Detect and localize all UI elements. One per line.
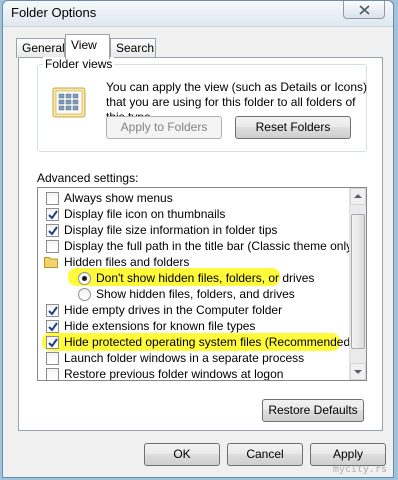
radio-button[interactable] [78, 288, 91, 301]
checkmark-icon [48, 210, 58, 220]
setting-label: Restore previous folder windows at logon [64, 367, 284, 381]
checkmark-icon [48, 322, 58, 332]
setting-hide-extensions[interactable]: Hide extensions for known file types [38, 318, 350, 334]
checkbox[interactable] [46, 224, 59, 237]
tab-label: General [22, 41, 65, 55]
folder-views-legend: Folder views [43, 57, 115, 71]
scroll-down-button[interactable] [350, 363, 366, 380]
setting-label: Hidden files and folders [64, 255, 190, 269]
setting-hide-protected-os-files[interactable]: Hide protected operating system files (R… [38, 334, 354, 350]
setting-label: Display the full path in the title bar (… [64, 239, 357, 253]
scroll-thumb[interactable] [351, 214, 365, 349]
tab-general[interactable]: General [16, 38, 65, 58]
checkbox[interactable] [46, 336, 59, 349]
close-button[interactable] [343, 1, 385, 19]
arrow-down-icon [354, 370, 362, 374]
checkbox[interactable] [46, 192, 59, 205]
arrow-up-icon [354, 194, 362, 198]
setting-display-full-path[interactable]: Display the full path in the title bar (… [38, 238, 356, 254]
setting-always-show-menus[interactable]: Always show menus [38, 190, 350, 206]
folder-icon [44, 257, 58, 268]
setting-show-hidden-files[interactable]: Show hidden files, folders, and drives [38, 286, 350, 302]
restore-defaults-button[interactable]: Restore Defaults [262, 399, 364, 422]
radio-button[interactable] [78, 272, 91, 285]
checkbox[interactable] [46, 320, 59, 333]
setting-label: Show hidden files, folders, and drives [96, 287, 295, 301]
setting-label: Launch folder windows in a separate proc… [64, 351, 305, 365]
title-bar[interactable]: Folder Options [3, 1, 393, 27]
cancel-button[interactable]: Cancel [227, 443, 303, 466]
checkmark-icon [48, 226, 58, 236]
apply-to-folders-button[interactable]: Apply to Folders [106, 116, 222, 139]
setting-display-file-icon-on-thumbnails[interactable]: Display file icon on thumbnails [38, 206, 350, 222]
checkbox[interactable] [46, 240, 59, 253]
folder-views-icon [52, 87, 86, 118]
view-tab-panel: Folder views You can apply the view (suc… [18, 57, 383, 431]
setting-label: Hide extensions for known file types [64, 319, 256, 333]
advanced-settings-list[interactable]: Always show menus Display file icon on t… [37, 187, 367, 381]
setting-hidden-files-group: Hidden files and folders [38, 254, 350, 270]
setting-launch-separate-process[interactable]: Launch folder windows in a separate proc… [38, 350, 350, 366]
scroll-up-button[interactable] [350, 188, 366, 205]
setting-label: Display file icon on thumbnails [64, 207, 226, 221]
tab-label: View [71, 38, 97, 52]
setting-label: Always show menus [64, 191, 173, 205]
window-title: Folder Options [11, 5, 97, 20]
checkmark-icon [48, 338, 58, 348]
close-icon [359, 5, 370, 15]
checkbox[interactable] [46, 304, 59, 317]
advanced-settings-label: Advanced settings: [37, 171, 139, 185]
tab-search[interactable]: Search [110, 38, 156, 58]
setting-label: Don't show hidden files, folders, or dri… [96, 271, 315, 285]
checkbox[interactable] [46, 368, 59, 380]
vertical-scrollbar[interactable] [349, 188, 366, 380]
setting-display-file-size-info[interactable]: Display file size information in folder … [38, 222, 350, 238]
setting-label: Hide empty drives in the Computer folder [64, 303, 283, 317]
radio-dot [82, 276, 87, 281]
setting-dont-show-hidden-files[interactable]: Don't show hidden files, folders, or dri… [38, 270, 350, 286]
setting-hide-empty-drives[interactable]: Hide empty drives in the Computer folder [38, 302, 350, 318]
checkbox[interactable] [46, 352, 59, 365]
watermark: mycity.rs [332, 464, 387, 475]
reset-folders-button[interactable]: Reset Folders [235, 116, 351, 139]
tab-label: Search [116, 41, 155, 55]
folder-views-group: Folder views You can apply the view (suc… [37, 57, 367, 152]
setting-label: Display file size information in folder … [64, 223, 278, 237]
checkbox[interactable] [46, 208, 59, 221]
folder-options-dialog: Folder Options General View Search Folde… [2, 0, 394, 478]
apply-button[interactable]: Apply [310, 443, 386, 466]
setting-restore-previous-windows[interactable]: Restore previous folder windows at logon [38, 366, 350, 381]
setting-label: Hide protected operating system files (R… [64, 335, 355, 349]
checkmark-icon [48, 306, 58, 316]
ok-button[interactable]: OK [144, 443, 220, 466]
tab-view[interactable]: View [65, 34, 110, 59]
